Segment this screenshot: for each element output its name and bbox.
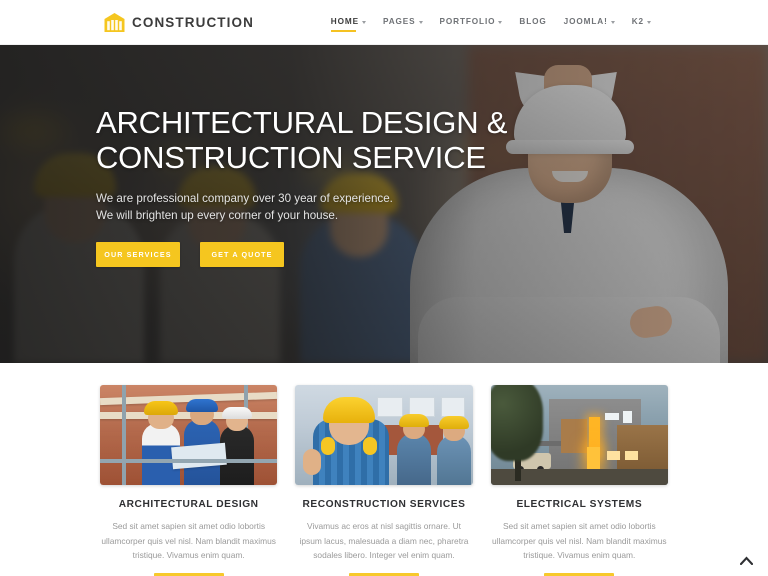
hero-title-line-1: ARCHITECTURAL DESIGN & xyxy=(96,105,508,140)
chevron-down-icon xyxy=(418,20,423,24)
nav-item-pages[interactable]: PAGES xyxy=(383,11,423,33)
hero-banner: ARCHITECTURAL DESIGN & CONSTRUCTION SERV… xyxy=(0,45,768,363)
service-card-architectural-design: ARCHITECTURAL DESIGN Sed sit amet sapien… xyxy=(100,385,278,576)
page-root: CONSTRUCTION HOME PAGES PORTFOLIO BLOG J… xyxy=(0,0,768,576)
nav-label-k2: K2 xyxy=(631,17,644,26)
chevron-down-icon xyxy=(610,20,615,24)
hero-subtitle: We are professional company over 30 year… xyxy=(96,191,768,224)
nav-item-home[interactable]: HOME xyxy=(330,11,366,33)
chevron-up-icon xyxy=(739,555,753,565)
hero-content: ARCHITECTURAL DESIGN & CONSTRUCTION SERV… xyxy=(0,45,768,267)
service-card-reconstruction-services: RECONSTRUCTION SERVICES Vivamus ac eros … xyxy=(295,385,473,576)
nav-label-joomla: JOOMLA! xyxy=(563,17,608,26)
hero-subtitle-line-2: We will brighten up every corner of your… xyxy=(96,208,339,222)
service-card-title-3: ELECTRICAL SYSTEMS xyxy=(516,499,643,510)
scroll-to-top-button[interactable] xyxy=(736,550,756,570)
chevron-down-icon xyxy=(361,20,366,24)
nav-label-blog: BLOG xyxy=(519,17,547,26)
our-services-button[interactable]: OUR SERVICES xyxy=(96,242,180,267)
nav-item-joomla[interactable]: JOOMLA! xyxy=(564,11,615,33)
service-card-electrical-systems: ELECTRICAL SYSTEMS Sed sit amet sapien s… xyxy=(490,385,668,576)
chevron-down-icon xyxy=(498,20,503,24)
service-card-image-2[interactable] xyxy=(295,385,473,485)
building-logo-icon xyxy=(104,12,125,32)
nav-label-pages: PAGES xyxy=(382,17,416,26)
nav-item-portfolio[interactable]: PORTFOLIO xyxy=(440,11,503,33)
site-header: CONSTRUCTION HOME PAGES PORTFOLIO BLOG J… xyxy=(0,0,768,45)
nav-label-portfolio: PORTFOLIO xyxy=(439,17,496,26)
service-card-text-1: Sed sit amet sapien sit amet odio lobort… xyxy=(101,521,276,561)
hero-button-group: OUR SERVICES GET A QUOTE xyxy=(96,242,768,267)
hero-subtitle-line-1: We are professional company over 30 year… xyxy=(96,192,393,205)
service-card-image-1[interactable] xyxy=(100,385,278,485)
main-navigation: HOME PAGES PORTFOLIO BLOG JOOMLA! K2 xyxy=(330,11,744,33)
chevron-down-icon xyxy=(647,20,651,24)
brand-logo[interactable]: CONSTRUCTION xyxy=(104,12,254,32)
service-card-title-2: RECONSTRUCTION SERVICES xyxy=(302,499,466,510)
nav-item-k2[interactable]: K2 xyxy=(632,11,651,33)
brand-name: CONSTRUCTION xyxy=(132,14,254,30)
nav-label-home: HOME xyxy=(330,17,359,26)
hero-title: ARCHITECTURAL DESIGN & CONSTRUCTION SERV… xyxy=(96,105,768,175)
get-a-quote-button[interactable]: GET A QUOTE xyxy=(200,242,284,267)
service-card-text-3: Sed sit amet sapien sit amet odio lobort… xyxy=(492,521,667,561)
service-card-text-2: Vivamus ac eros at nisl sagittis ornare.… xyxy=(299,521,469,561)
service-card-title-1: ARCHITECTURAL DESIGN xyxy=(118,499,259,510)
services-section: ARCHITECTURAL DESIGN Sed sit amet sapien… xyxy=(0,363,768,576)
nav-item-blog[interactable]: BLOG xyxy=(519,11,546,33)
service-card-image-3[interactable] xyxy=(490,385,668,485)
hero-title-line-2: CONSTRUCTION SERVICE xyxy=(96,140,486,175)
